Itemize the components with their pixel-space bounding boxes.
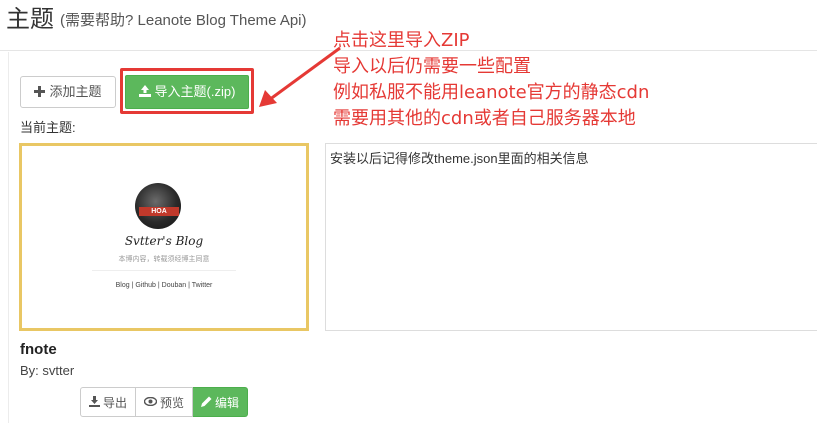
add-theme-label: 添加主题 [49, 84, 102, 99]
export-button[interactable]: 导出 [80, 387, 137, 417]
add-theme-button[interactable]: 添加主题 [20, 76, 116, 108]
blog-description: 本博内容，转载须经博主同意 [118, 256, 210, 263]
current-theme-label: 当前主题: [20, 120, 76, 135]
theme-info-box: 安装以后记得修改theme.json里面的相关信息 [325, 143, 817, 331]
theme-author: By: svtter [20, 363, 75, 378]
annotation-line-1: 点击这里导入ZIP [333, 30, 470, 51]
annotation-text: 点击这里导入ZIP 导入以后仍需要一些配置 例如私服不能用leanote官方的静… [333, 28, 649, 132]
preview-divider [92, 270, 236, 271]
blog-avatar: HOA [135, 183, 181, 229]
help-link[interactable]: (需要帮助? Leanote Blog Theme Api) [60, 11, 307, 31]
blog-name: Svtter's Blog [124, 234, 204, 248]
annotation-line-2: 导入以后仍需要一些配置 [333, 56, 531, 77]
theme-preview-card[interactable]: HOA Svtter's Blog 本博内容，转载须经博主同意 Blog | G… [19, 143, 309, 331]
pencil-icon [201, 396, 212, 409]
avatar-tag: HOA [139, 207, 179, 216]
eye-icon [143, 396, 158, 408]
plus-icon [34, 85, 46, 99]
export-label: 导出 [103, 395, 128, 410]
import-highlight-box [120, 68, 254, 114]
theme-actions: 导出 预览 编辑 [80, 387, 249, 417]
page-title: 主题 [6, 6, 54, 33]
annotation-line-4: 需要用其他的cdn或者自己服务器本地 [333, 108, 636, 129]
blog-links: Blog | Github | Douban | Twitter [115, 282, 213, 289]
preview-button[interactable]: 预览 [136, 387, 194, 417]
edit-label: 编辑 [215, 395, 240, 410]
annotation-arrow-icon [259, 46, 341, 107]
preview-label: 预览 [160, 395, 185, 410]
annotation-line-3: 例如私服不能用leanote官方的静态cdn [333, 82, 650, 103]
theme-name: fnote [20, 341, 57, 358]
edit-button[interactable]: 编辑 [193, 387, 249, 417]
download-icon [89, 395, 100, 409]
